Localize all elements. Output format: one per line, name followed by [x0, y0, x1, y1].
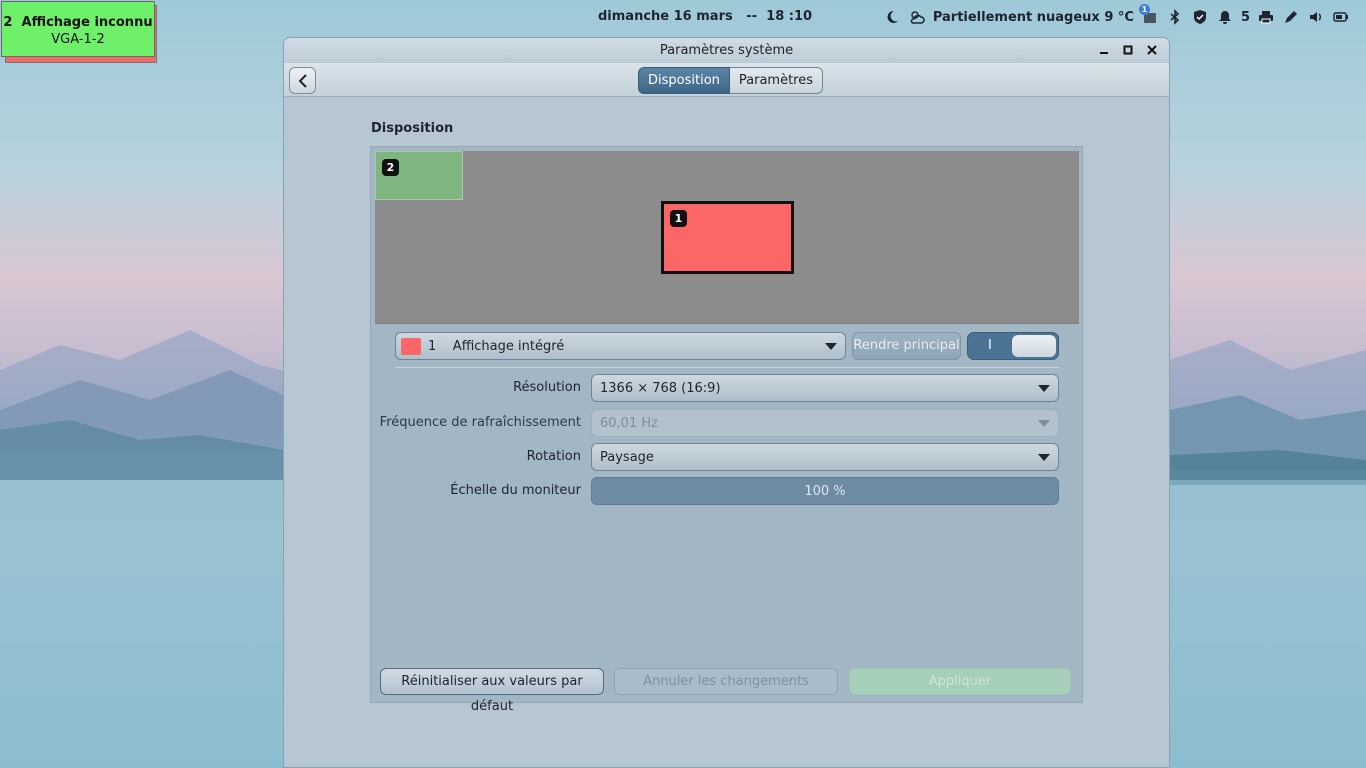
tab-disposition[interactable]: Disposition: [638, 67, 730, 94]
tab-parametres[interactable]: Paramètres: [729, 67, 824, 94]
bluetooth-icon[interactable]: [1166, 8, 1184, 26]
monitor-arrangement-area[interactable]: 2 1: [375, 151, 1079, 324]
clock[interactable]: dimanche 16 mars -- 18 :10: [598, 9, 812, 24]
rotation-value: Paysage: [600, 450, 654, 465]
window-title: Paramètres système: [659, 43, 794, 58]
apply-button[interactable]: Appliquer: [849, 668, 1071, 695]
window-toolbar: Disposition Paramètres: [284, 63, 1169, 97]
toggle-knob: [1012, 335, 1056, 357]
chevron-down-icon: [1038, 454, 1050, 461]
settings-window: Paramètres système Disposition Paramètre…: [283, 37, 1170, 768]
notification-badge: 1: [1138, 4, 1150, 15]
refresh-rate-label: Fréquence de rafraîchissement: [379, 415, 581, 430]
maximize-icon[interactable]: [1121, 42, 1135, 58]
resolution-select[interactable]: 1366 × 768 (16:9): [591, 374, 1059, 402]
refresh-rate-value: 60,01 Hz: [600, 416, 658, 431]
notification-icon[interactable]: 1: [1138, 4, 1159, 26]
monitor-scale-slider[interactable]: 100 %: [591, 477, 1059, 505]
volume-icon[interactable]: [1307, 8, 1325, 26]
printer-icon[interactable]: [1257, 8, 1275, 26]
back-button[interactable]: [289, 67, 316, 94]
monitor-select-value: 1 Affichage intégré: [428, 339, 565, 354]
monitor-2-number: 2: [382, 159, 399, 176]
make-primary-button[interactable]: Rendre principal: [852, 332, 961, 360]
chevron-down-icon: [1038, 420, 1050, 427]
resolution-value: 1366 × 768 (16:9): [600, 381, 721, 396]
monitor-1-number: 1: [670, 210, 687, 227]
display-identifier-title: 2 Affichage inconnu: [3, 15, 153, 30]
weather-text[interactable]: Partiellement nuageux 9 °C: [933, 10, 1134, 25]
night-mode-icon[interactable]: [883, 8, 901, 26]
scale-value: 100 %: [804, 484, 846, 499]
notification-count: 5: [1240, 9, 1250, 25]
display-identifier-label: 2 Affichage inconnu VGA-1-2: [1, 1, 155, 57]
weather-icon[interactable]: [908, 8, 926, 26]
window-titlebar[interactable]: Paramètres système: [284, 38, 1169, 63]
shield-icon[interactable]: [1191, 8, 1209, 26]
view-tabs: Disposition Paramètres: [638, 67, 824, 94]
top-panel: dimanche 16 mars -- 18 :10 Partiellement…: [0, 0, 1366, 34]
refresh-rate-select: 60,01 Hz: [591, 409, 1059, 437]
monitor-enable-toggle[interactable]: I: [967, 332, 1059, 360]
cancel-changes-button[interactable]: Annuler les changements: [614, 668, 838, 695]
resolution-label: Résolution: [513, 380, 581, 395]
scale-label: Échelle du moniteur: [450, 483, 581, 498]
monitor-2-tile[interactable]: 2: [375, 151, 463, 200]
monitor-color-swatch: [401, 338, 421, 355]
display-connector-name: VGA-1-2: [51, 32, 105, 47]
pen-icon[interactable]: [1282, 8, 1300, 26]
bell-icon[interactable]: [1216, 8, 1234, 26]
reset-defaults-button[interactable]: Réinitialiser aux valeurs par défaut: [380, 668, 604, 714]
separator: [395, 367, 1059, 368]
chevron-down-icon: [1038, 385, 1050, 392]
battery-icon[interactable]: [1332, 8, 1350, 26]
chevron-down-icon: [825, 343, 837, 350]
minimize-icon[interactable]: [1097, 42, 1111, 58]
display-panel: 2 1 1 Affichage intégré Rendre principal…: [370, 146, 1083, 714]
section-title: Disposition: [371, 121, 454, 136]
rotation-select[interactable]: Paysage: [591, 443, 1059, 471]
back-arrow-icon: [298, 73, 307, 88]
rotation-label: Rotation: [526, 449, 581, 464]
monitor-1-tile[interactable]: 1: [661, 201, 794, 274]
monitor-select[interactable]: 1 Affichage intégré: [395, 332, 846, 360]
toggle-on-label: I: [988, 338, 992, 353]
close-icon[interactable]: [1145, 42, 1159, 58]
system-tray: Partiellement nuageux 9 °C 1 5: [883, 4, 1350, 27]
